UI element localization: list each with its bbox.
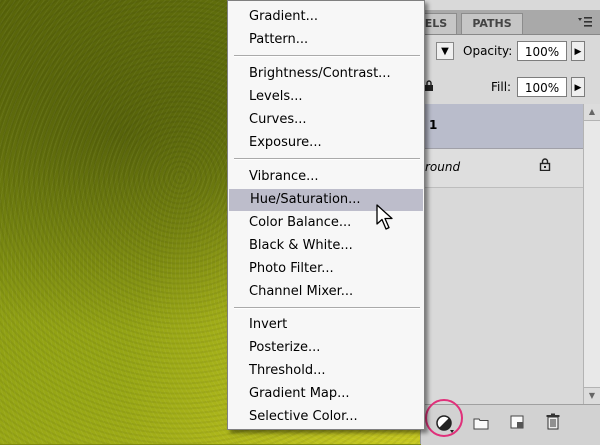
menu-item-pattern[interactable]: Pattern... [228,29,424,51]
adjustment-layer-menu: Gradient... Pattern... Brightness/Contra… [227,0,425,430]
menu-item-channel-mixer[interactable]: Channel Mixer... [228,281,424,303]
menu-item-invert[interactable]: Invert [228,314,424,336]
menu-item-gradient-map[interactable]: Gradient Map... [228,383,424,405]
opacity-field[interactable]: 100% [517,41,567,61]
menu-item-photo-filter[interactable]: Photo Filter... [228,258,424,280]
menu-separator [234,55,420,57]
lock-icon [539,158,551,175]
menu-item-gradient[interactable]: Gradient... [228,6,424,28]
layers-scrollbar[interactable]: ▲ ▼ [583,104,600,404]
menu-item-curves[interactable]: Curves... [228,109,424,131]
scroll-up-arrow[interactable]: ▲ [584,104,600,121]
menu-item-color-balance[interactable]: Color Balance... [228,212,424,234]
menu-item-black-white[interactable]: Black & White... [228,235,424,257]
menu-item-vibrance[interactable]: Vibrance... [228,166,424,188]
menu-separator [234,158,420,160]
opacity-label: Opacity: [463,44,513,58]
layers-bottom-toolbar [421,399,600,445]
menu-item-threshold[interactable]: Threshold... [228,360,424,382]
opacity-slider-button[interactable]: ▶ [571,41,585,61]
menu-item-exposure[interactable]: Exposure... [228,132,424,154]
fill-label: Fill: [491,80,512,94]
layer-row-selected[interactable]: 1 [421,104,583,149]
menu-item-levels[interactable]: Levels... [228,86,424,108]
fill-slider-button[interactable]: ▶ [571,77,585,97]
layer-name: 1 [429,118,438,132]
menu-item-brightness-contrast[interactable]: Brightness/Contrast... [228,63,424,85]
menu-separator [234,307,420,309]
panel-tabbar: ELS PATHS [415,10,600,35]
trash-icon[interactable] [545,413,561,430]
panel-menu-icon[interactable] [577,16,593,28]
new-group-icon[interactable] [473,415,489,431]
layer-row-background[interactable]: round [421,149,583,188]
menu-item-selective-color[interactable]: Selective Color... [228,406,424,428]
layer-name: round [425,160,461,174]
adjustment-layer-icon[interactable] [435,414,455,434]
new-layer-icon[interactable] [509,414,525,430]
tab-paths[interactable]: PATHS [461,13,523,34]
layers-panel: ELS PATHS ▼ Opacity: 100% ▶ Fill: 100% ▶… [415,0,600,445]
scroll-down-arrow[interactable]: ▼ [584,387,600,404]
mouse-cursor-icon [376,204,394,232]
menu-item-posterize[interactable]: Posterize... [228,337,424,359]
fill-field[interactable]: 100% [517,77,567,97]
blend-mode-dropdown-arrow[interactable]: ▼ [436,42,454,60]
